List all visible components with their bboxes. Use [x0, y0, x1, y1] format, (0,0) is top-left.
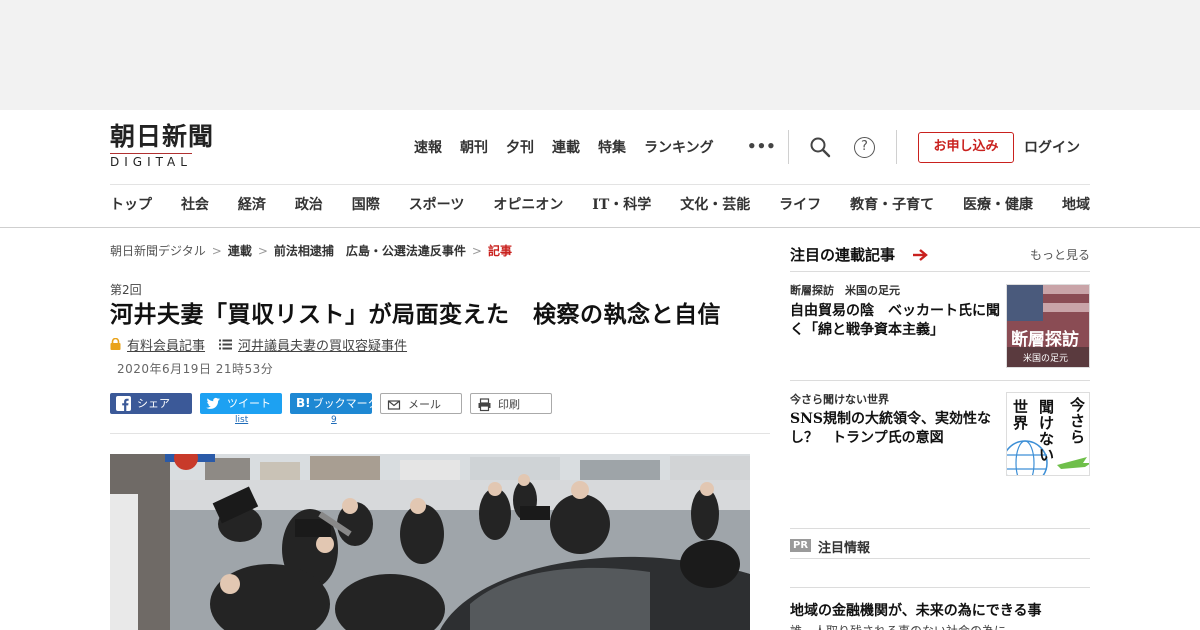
twitter-tweet-label: ツイート — [227, 397, 271, 410]
catnav-education[interactable]: 教育・子育て — [850, 195, 934, 215]
catnav-opinion[interactable]: オピニオン — [493, 195, 563, 215]
sidebar-headline: SNS規制の大統領令、実効性なし？ トランプ氏の意図 — [790, 411, 992, 446]
hatena-bookmark-icon: B! — [296, 396, 311, 410]
pr-badge: PR — [790, 539, 812, 552]
divider — [896, 130, 897, 164]
sidebar-divider — [790, 271, 1090, 272]
mail-share-label: メール — [408, 398, 441, 411]
pr-subtext: 誰一人取り残される事のない社会の為に — [790, 622, 1006, 630]
catnav-economy[interactable]: 経済 — [238, 195, 266, 215]
topnav-yuukan[interactable]: 夕刊 — [506, 138, 534, 158]
sidebar-divider — [790, 380, 1090, 381]
mail-share-button[interactable]: メール — [380, 393, 462, 414]
breadcrumb: 朝日新聞デジタル > 連載 > 前法相逮捕 広島・公選法違反事件 > 記事 — [110, 242, 512, 260]
series-number: 第2回 — [110, 283, 142, 297]
pr-headline[interactable]: 地域の金融機関が、未来の為にできる事 — [790, 600, 1041, 620]
facebook-share-button[interactable]: シェア — [110, 393, 192, 414]
arrow-right-icon[interactable] — [912, 249, 928, 261]
topnav-sokuho[interactable]: 速報 — [414, 138, 442, 158]
hatena-bookmark-label: ブックマーク — [312, 397, 379, 410]
printer-icon — [478, 398, 491, 412]
sidebar-thumbnail: 断層探訪 米国の足元 — [1006, 284, 1090, 368]
catnav-international[interactable]: 国際 — [352, 195, 380, 215]
category-nav: トップ 社会 経済 政治 国際 スポーツ オピニオン IT・科学 文化・芸能 ラ… — [110, 195, 1090, 215]
sidebar-thumbnail: 今さら 聞けない 世界 — [1006, 392, 1090, 476]
breadcrumb-series[interactable]: 前法相逮捕 広島・公選法違反事件 — [274, 244, 466, 258]
twitter-tweet-button[interactable]: ツイート — [200, 393, 282, 414]
catnav-sports[interactable]: スポーツ — [409, 195, 465, 215]
catnav-society[interactable]: 社会 — [181, 195, 209, 215]
sidebar-kicker: 断層探訪 米国の足元 — [790, 284, 900, 297]
facebook-icon — [116, 396, 131, 411]
list-icon — [219, 339, 233, 349]
logo-digital: DIGITAL — [110, 153, 192, 169]
twitter-bird-icon — [206, 397, 220, 409]
catnav-culture[interactable]: 文化・芸能 — [680, 195, 750, 215]
print-button[interactable]: 印刷 — [470, 393, 552, 414]
press-scrum-photo — [110, 454, 750, 630]
sidebar-divider — [790, 587, 1090, 588]
site-header: 朝日新聞 DIGITAL 速報 朝刊 夕刊 連載 特集 ランキング ••• ? … — [0, 110, 1200, 228]
article-meta: 有料会員記事 河井議員夫妻の買収容疑事件 — [110, 334, 407, 354]
print-label: 印刷 — [498, 398, 520, 411]
publish-date: 2020年6月19日 21時53分 — [117, 362, 274, 376]
catnav-it-science[interactable]: IT・科学 — [592, 195, 651, 215]
breadcrumb-sep: > — [211, 244, 222, 258]
logo-japanese: 朝日新聞 — [110, 122, 215, 151]
thumb-col2: 聞けない — [1039, 398, 1055, 464]
search-icon[interactable] — [809, 136, 831, 158]
lock-icon — [110, 338, 121, 350]
breadcrumb-rensai[interactable]: 連載 — [228, 244, 252, 258]
breadcrumb-sep: > — [257, 244, 268, 258]
featured-series-title[interactable]: 注目の連載記事 — [790, 244, 895, 265]
hatena-bookmark-button[interactable]: B! ブックマーク — [290, 393, 379, 414]
see-more-link[interactable]: もっと見る — [1030, 246, 1090, 263]
top-nav: 速報 朝刊 夕刊 連載 特集 ランキング — [414, 138, 732, 158]
more-dots-icon[interactable]: ••• — [747, 137, 776, 155]
divider — [788, 130, 789, 164]
sidebar-kicker: 今さら聞けない世界 — [790, 393, 889, 406]
breadcrumb-home[interactable]: 朝日新聞デジタル — [110, 244, 206, 258]
thumb-title: 断層探訪 — [1011, 330, 1079, 350]
pr-section-label: 注目情報 — [818, 541, 871, 556]
catnav-top[interactable]: トップ — [110, 195, 152, 215]
sidebar-divider — [790, 558, 1090, 559]
nav-divider — [110, 184, 1090, 185]
breadcrumb-sep: > — [471, 244, 482, 258]
breadcrumb-current: 記事 — [487, 244, 512, 258]
tweet-count[interactable]: list — [235, 415, 248, 425]
site-logo[interactable]: 朝日新聞 DIGITAL — [110, 124, 240, 170]
help-icon[interactable]: ? — [854, 137, 875, 158]
topnav-tokushu[interactable]: 特集 — [598, 138, 626, 158]
topnav-rensai[interactable]: 連載 — [552, 138, 580, 158]
subscribe-button[interactable]: お申し込み — [918, 132, 1014, 163]
sidebar-divider — [790, 528, 1090, 529]
paid-member-label[interactable]: 有料会員記事 — [127, 335, 205, 354]
topnav-choukan[interactable]: 朝刊 — [460, 138, 488, 158]
envelope-icon — [387, 400, 401, 410]
article-headline: 河井夫妻「買収リスト」が局面変えた 検察の執念と自信 — [110, 301, 721, 328]
catnav-region[interactable]: 地域 — [1062, 195, 1090, 215]
article-photo[interactable] — [110, 454, 750, 630]
sidebar-headline: 自由貿易の陰 ベッカート氏に聞く「綿と戦争資本主義」 — [790, 303, 1000, 338]
catnav-life[interactable]: ライフ — [779, 195, 821, 215]
thumb-subtitle: 米国の足元 — [1023, 354, 1069, 364]
thumb-col1: 今さら — [1070, 396, 1086, 446]
series-link[interactable]: 河井議員夫妻の買収容疑事件 — [238, 335, 407, 354]
ad-band — [0, 0, 1200, 110]
facebook-share-label: シェア — [137, 397, 170, 410]
login-link[interactable]: ログイン — [1024, 138, 1080, 158]
topnav-ranking[interactable]: ランキング — [644, 138, 714, 158]
thumb-col3: 世界 — [1013, 398, 1029, 432]
bookmark-count[interactable]: 9 — [331, 415, 337, 425]
article-divider — [110, 433, 770, 434]
catnav-politics[interactable]: 政治 — [295, 195, 323, 215]
catnav-health[interactable]: 医療・健康 — [963, 195, 1033, 215]
